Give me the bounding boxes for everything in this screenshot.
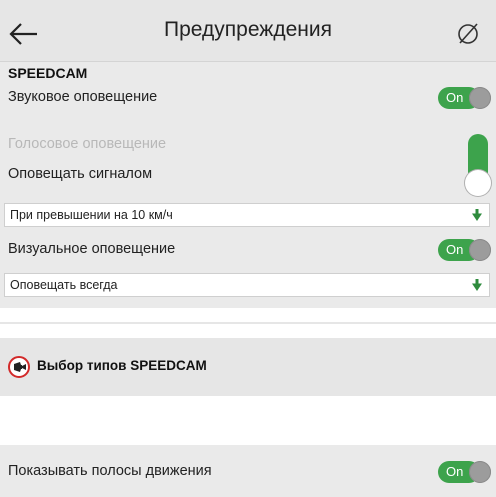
section-title-speedcam: SPEEDCAM <box>8 65 88 81</box>
visual-alert-toggle[interactable]: On <box>438 239 492 261</box>
chevron-down-icon <box>472 279 482 291</box>
toggle-state-label: On <box>446 464 464 479</box>
show-lanes-label: Показывать полосы движения <box>8 463 212 479</box>
visual-alert-label: Визуальное оповещение <box>8 241 176 257</box>
visual-mode-value: Оповещать всегда <box>10 278 118 292</box>
signal-alert-label: Оповещать сигналом <box>8 166 153 182</box>
speedcam-types-label: Выбор типов SPEEDCAM <box>37 358 207 373</box>
show-lanes-toggle[interactable]: On <box>438 461 492 483</box>
header-bar: Предупреждения <box>0 0 496 62</box>
sound-alert-toggle[interactable]: On <box>438 87 492 109</box>
section-edge <box>0 322 496 324</box>
speed-threshold-value: При превышении на 10 км/ч <box>10 208 173 222</box>
toggle-state-label: On <box>446 90 464 105</box>
speedcam-icon <box>8 356 30 378</box>
toggle-state-label: On <box>446 242 464 257</box>
toggle-knob <box>469 239 491 261</box>
crossed-circle-icon <box>458 23 478 44</box>
speedcam-settings-panel: SPEEDCAM Звуковое оповещение On Голосово… <box>0 62 496 308</box>
show-lanes-row: Показывать полосы движения On <box>0 445 496 497</box>
toggle-knob <box>469 461 491 483</box>
switch-knob <box>465 170 491 196</box>
speed-threshold-dropdown[interactable]: При превышении на 10 км/ч <box>4 203 490 227</box>
warnings-screen: Предупреждения SPEEDCAM Звуковое оповеще… <box>0 0 496 497</box>
page-title: Предупреждения <box>164 18 332 41</box>
chevron-down-icon <box>472 209 482 221</box>
disable-alerts-button[interactable] <box>450 16 486 52</box>
speedcam-types-row[interactable]: Выбор типов SPEEDCAM <box>0 338 496 396</box>
voice-signal-switch[interactable] <box>465 134 491 196</box>
sound-alert-label: Звуковое оповещение <box>8 89 158 105</box>
visual-mode-dropdown[interactable]: Оповещать всегда <box>4 273 490 297</box>
section-divider <box>0 308 496 322</box>
voice-alert-label: Голосовое оповещение <box>8 136 167 152</box>
toggle-knob <box>469 87 491 109</box>
